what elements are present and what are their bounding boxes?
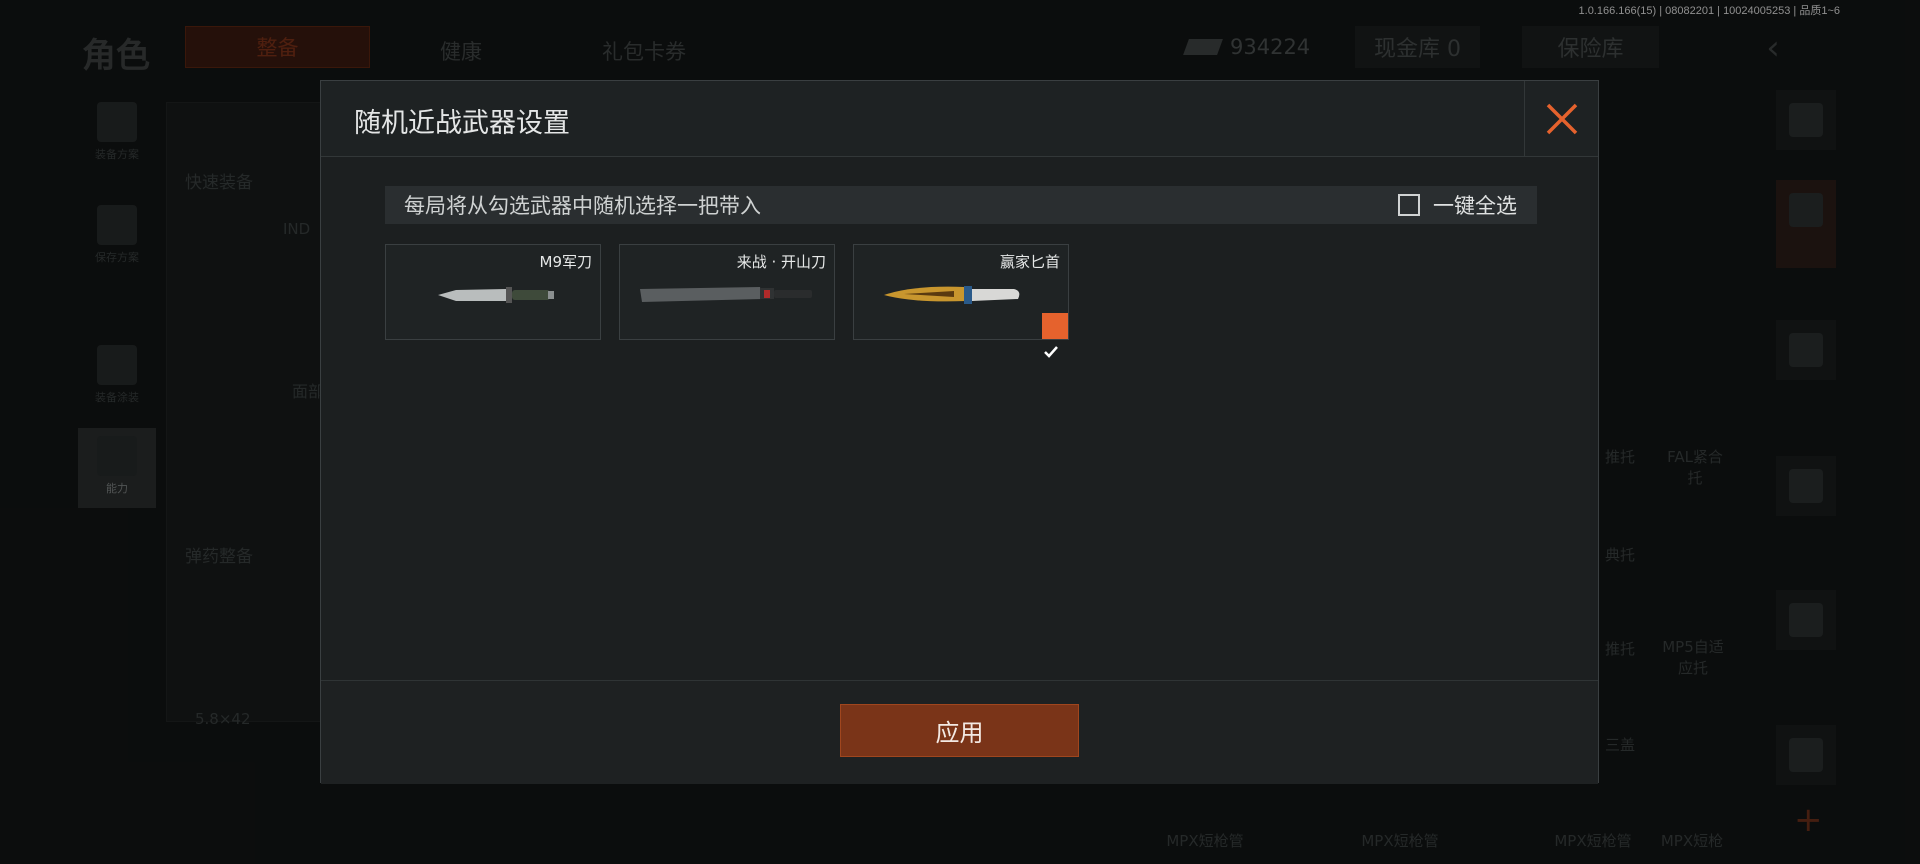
weapon-card-winner-dagger[interactable]: 赢家匕首 [853,244,1069,358]
checkmark-icon [1044,346,1058,358]
weapon-name: 来战 · 开山刀 [736,253,826,271]
dialog-title: 随机近战武器设置 [354,108,570,139]
weapon-name: M9军刀 [539,253,593,271]
select-all-toggle[interactable]: 一键全选 [1398,190,1517,220]
weapon-name: 赢家匕首 [999,253,1060,271]
dialog-header: 随机近战武器设置 [321,81,1598,157]
info-text: 每局将从勾选武器中随机选择一把带入 [404,194,761,218]
select-all-label: 一键全选 [1433,194,1517,218]
machete-icon [640,287,812,302]
close-icon [1546,103,1577,135]
select-all-checkbox[interactable] [1398,194,1420,216]
info-bar: 每局将从勾选武器中随机选择一把带入 一键全选 [385,186,1537,224]
random-melee-dialog: 随机近战武器设置 每局将从勾选武器中随机选择一把带入 一键全选 M9军刀 来战 … [320,80,1599,784]
weapon-card-machete[interactable]: 来战 · 开山刀 [619,244,835,340]
apply-button[interactable]: 应用 [840,704,1079,757]
gold-dagger-icon [884,286,1020,304]
weapon-card-m9[interactable]: M9军刀 [385,244,601,340]
checked-checkbox[interactable] [1042,313,1068,358]
bayonet-icon [438,287,554,303]
close-button[interactable] [1524,81,1598,157]
